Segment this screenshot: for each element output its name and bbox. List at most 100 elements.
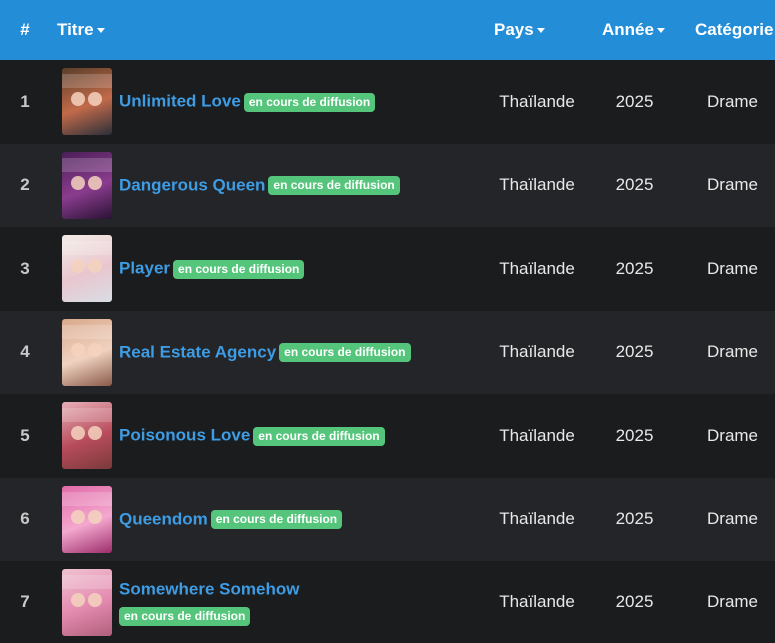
category-cell: Drame xyxy=(707,258,759,278)
table-row[interactable]: 2 Dangerous Queen en cours de diffusion Tha… xyxy=(0,143,775,228)
poster-cell[interactable] xyxy=(50,144,119,228)
year-cell: 2025 xyxy=(615,509,654,529)
rank-number: 4 xyxy=(20,342,30,362)
header-country-sort[interactable]: Pays xyxy=(480,0,594,60)
airing-status-badge: en cours de diffusion xyxy=(268,176,400,195)
rank-number: 3 xyxy=(20,258,30,278)
poster-cell[interactable] xyxy=(50,311,119,395)
drama-title-link[interactable]: Unlimited Love xyxy=(119,92,241,111)
drama-title-link[interactable]: Poisonous Love xyxy=(119,426,250,445)
poster-cell[interactable] xyxy=(50,227,119,311)
title-cell: Queendom en cours de diffusion xyxy=(119,478,480,562)
table-row[interactable]: 4 Real Estate Agency en cours de diffusion… xyxy=(0,310,775,395)
drama-title-link[interactable]: Real Estate Agency xyxy=(119,343,276,362)
airing-status-badge: en cours de diffusion xyxy=(279,343,411,362)
poster-cell[interactable] xyxy=(50,60,119,144)
table-row[interactable]: 6 Queendom en cours de diffusion Thaïlande 2… xyxy=(0,477,775,562)
poster-image[interactable] xyxy=(62,151,112,219)
table-header-row: # Titre Pays Année Catégorie xyxy=(0,0,775,60)
poster-image[interactable] xyxy=(62,568,112,636)
poster-figure xyxy=(88,92,102,107)
poster-image[interactable] xyxy=(62,68,112,136)
category-cell: Drame xyxy=(707,592,759,611)
category-cell: Drame xyxy=(707,342,759,362)
category-cell: Drame xyxy=(707,509,759,529)
rank-number: 2 xyxy=(20,175,30,195)
table-row[interactable]: 1 Unlimited Love en cours de diffusion Thaï… xyxy=(0,60,775,144)
drama-title-link[interactable]: Player xyxy=(119,259,170,278)
poster-image[interactable] xyxy=(62,402,112,470)
poster-image[interactable] xyxy=(62,485,112,553)
poster-cell[interactable] xyxy=(50,561,119,643)
poster-figure xyxy=(88,592,102,607)
header-year-label: Année xyxy=(602,20,654,39)
poster-title-band xyxy=(62,324,112,339)
poster-figure xyxy=(71,592,85,607)
poster-title-band xyxy=(62,74,112,89)
category-cell: Drame xyxy=(707,425,759,445)
drama-title-link[interactable]: Dangerous Queen xyxy=(119,176,265,195)
poster-title-band xyxy=(62,157,112,172)
drama-table: # Titre Pays Année Catégorie 1 Unlimited … xyxy=(0,0,775,643)
poster-figure xyxy=(88,342,102,357)
header-category-label: Catégorie xyxy=(695,20,774,39)
title-cell: Somewhere Somehow en cours de diffusion xyxy=(119,561,480,643)
poster-cell[interactable] xyxy=(50,478,119,562)
sort-caret-icon xyxy=(536,28,545,34)
sort-caret-icon xyxy=(96,28,105,34)
country-cell: Thaïlande xyxy=(499,258,575,278)
title-cell: Unlimited Love en cours de diffusion xyxy=(119,60,480,144)
header-year-sort[interactable]: Année xyxy=(594,0,675,60)
header-country-label: Pays xyxy=(494,20,534,39)
poster-figure xyxy=(88,426,102,441)
country-cell: Thaïlande xyxy=(499,175,575,195)
rank-number: 6 xyxy=(20,509,30,529)
category-cell: Drame xyxy=(707,175,759,195)
header-title-sort[interactable]: Titre xyxy=(50,0,480,60)
poster-figure xyxy=(88,175,102,190)
title-cell: Real Estate Agency en cours de diffusion xyxy=(119,311,480,395)
poster-figure xyxy=(71,509,85,524)
poster-title-band xyxy=(62,241,112,256)
year-cell: 2025 xyxy=(615,342,654,362)
airing-status-badge: en cours de diffusion xyxy=(243,92,376,112)
header-category-sort[interactable]: Catégorie xyxy=(675,0,775,60)
poster-image[interactable] xyxy=(62,318,112,386)
rank-number: 7 xyxy=(20,592,30,611)
poster-figure xyxy=(71,175,85,190)
title-cell: Poisonous Love en cours de diffusion xyxy=(119,394,480,478)
sort-caret-icon xyxy=(656,28,665,34)
country-cell: Thaïlande xyxy=(499,509,575,529)
header-rank: # xyxy=(20,20,30,39)
poster-title-band xyxy=(62,574,112,589)
country-cell: Thaïlande xyxy=(499,91,575,111)
title-cell: Dangerous Queen en cours de diffusion xyxy=(119,144,480,228)
category-cell: Drame xyxy=(707,91,759,111)
year-cell: 2025 xyxy=(615,91,654,111)
table-row[interactable]: 5 Poisonous Love en cours de diffusion Thaï… xyxy=(0,394,775,478)
rank-number: 1 xyxy=(20,91,30,111)
poster-cell[interactable] xyxy=(50,394,119,478)
poster-figure xyxy=(71,259,85,274)
poster-title-band xyxy=(62,491,112,506)
poster-figure xyxy=(88,259,102,274)
poster-figure xyxy=(71,92,85,107)
poster-image[interactable] xyxy=(62,235,112,303)
poster-figure xyxy=(88,509,102,524)
poster-figure xyxy=(71,426,85,441)
poster-title-band xyxy=(62,408,112,423)
airing-status-badge: en cours de diffusion xyxy=(173,259,305,279)
airing-status-badge: en cours de diffusion xyxy=(253,426,385,446)
year-cell: 2025 xyxy=(615,175,654,195)
poster-figure xyxy=(71,342,85,357)
drama-title-link[interactable]: Somewhere Somehow xyxy=(119,580,299,599)
country-cell: Thaïlande xyxy=(499,425,575,445)
drama-title-link[interactable]: Queendom xyxy=(119,510,208,529)
year-cell: 2025 xyxy=(615,425,654,445)
country-cell: Thaïlande xyxy=(499,592,575,611)
airing-status-badge: en cours de diffusion xyxy=(119,606,251,626)
table-row[interactable]: 7 Somewhere Somehow en cours de diffusion T… xyxy=(0,561,775,643)
year-cell: 2025 xyxy=(615,258,654,278)
table-row[interactable]: 3 Player en cours de diffusion Thaïlande 202… xyxy=(0,227,775,311)
rank-number: 5 xyxy=(20,425,30,445)
